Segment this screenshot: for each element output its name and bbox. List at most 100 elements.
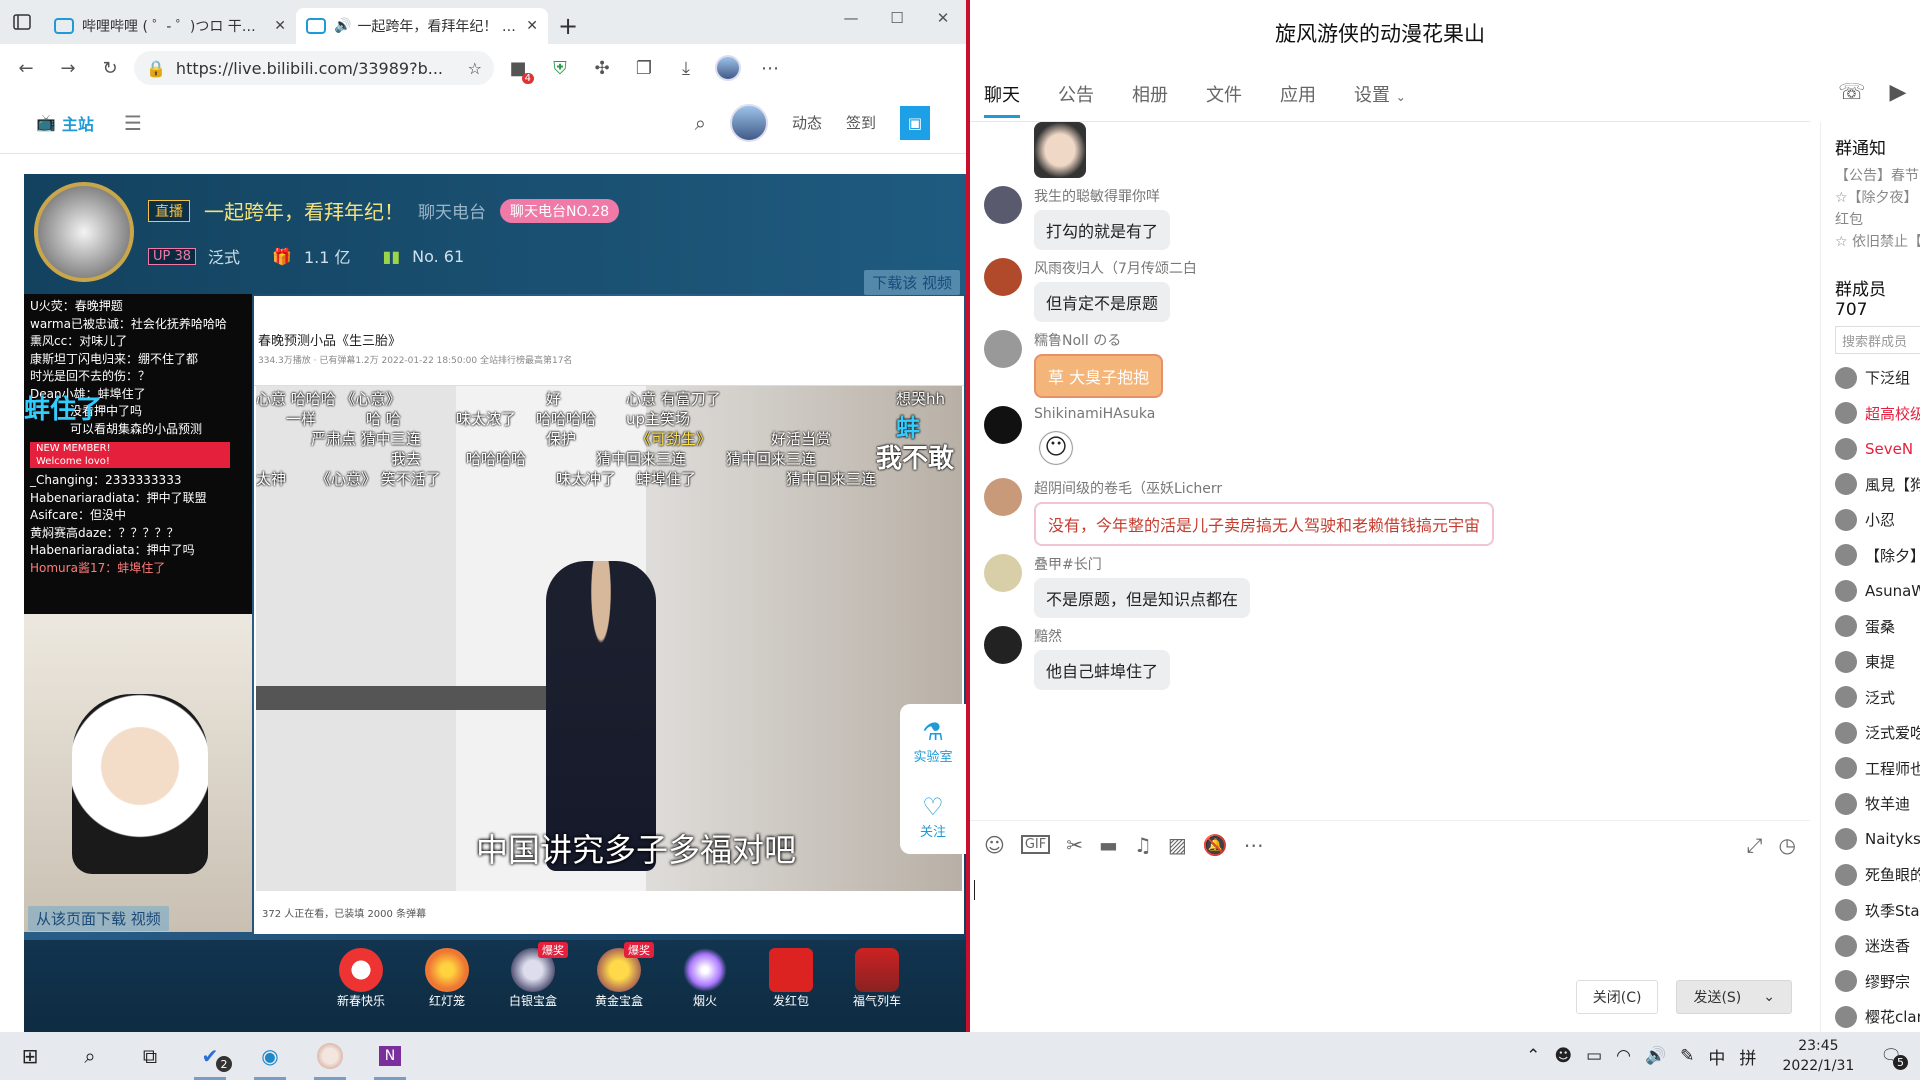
room-category[interactable]: 聊天电台 <box>418 198 486 223</box>
pen-icon[interactable]: ✎ <box>1680 1046 1694 1066</box>
member-item[interactable]: 下泛组 <box>1835 360 1920 396</box>
back-button[interactable]: ← <box>8 50 44 86</box>
ime-pinyin[interactable]: 拼 <box>1739 1044 1756 1069</box>
member-item[interactable]: AsunaW <box>1835 573 1920 609</box>
gift-item[interactable]: 烟火 <box>668 948 742 1032</box>
mute-bell-icon[interactable]: 🔕 <box>1203 833 1228 857</box>
todo-app[interactable]: ✔ 2 <box>180 1032 240 1080</box>
search-button[interactable]: ⌕ <box>60 1032 120 1080</box>
sender-name[interactable]: 风雨夜归人（7月传颂二白 <box>1034 258 1197 278</box>
member-item[interactable]: 蛋桑 <box>1835 609 1920 645</box>
folder-icon[interactable]: ▬ <box>1099 833 1118 857</box>
member-item[interactable]: SeveN <box>1835 431 1920 467</box>
tab-chat[interactable]: 聊天 <box>984 81 1020 118</box>
gift-item[interactable]: 福气列车 <box>840 948 914 1032</box>
close-icon[interactable]: ✕ <box>526 18 538 34</box>
task-view-button[interactable]: ⧉ <box>120 1032 180 1080</box>
nav-signin[interactable]: 签到 <box>846 112 876 133</box>
tab-apps[interactable]: 应用 <box>1280 81 1316 107</box>
history-icon[interactable]: ◷ <box>1779 833 1796 857</box>
member-item[interactable]: 東提 <box>1835 644 1920 680</box>
member-item[interactable]: 【除夕】 <box>1835 538 1920 574</box>
sender-name[interactable]: 黯然 <box>1034 626 1170 646</box>
wifi-icon[interactable]: ◠ <box>1616 1046 1631 1066</box>
video-call-icon[interactable]: ▶ <box>1890 80 1907 105</box>
qq-app[interactable] <box>300 1032 360 1080</box>
emoji-icon[interactable]: ☺ <box>984 833 1005 857</box>
notification-icon[interactable]: 🗨 5 <box>1880 1046 1908 1070</box>
gift-item[interactable]: 新春快乐 <box>324 948 398 1032</box>
member-item[interactable]: 樱花clar <box>1835 999 1920 1032</box>
member-item[interactable]: 玖季Sta <box>1835 893 1920 929</box>
user-avatar[interactable] <box>729 103 768 142</box>
member-item[interactable]: 小忍 <box>1835 502 1920 538</box>
notice-title[interactable]: 群通知 <box>1835 134 1920 159</box>
menu-icon[interactable]: ☰ <box>124 111 142 135</box>
download-page-bar[interactable]: 从该页面下载 视频 <box>28 906 169 931</box>
member-item[interactable]: 泛式 <box>1835 680 1920 716</box>
profile-avatar[interactable] <box>710 50 746 86</box>
sender-name[interactable]: ShikinamiHAsuka <box>1034 406 1155 422</box>
live-icon[interactable]: ▣ <box>900 105 930 140</box>
member-item[interactable]: 泛式爱吃 <box>1835 715 1920 751</box>
more-icon[interactable]: ⋯ <box>1244 833 1264 857</box>
onenote-app[interactable]: N <box>360 1032 420 1080</box>
qq-tray-icon[interactable]: ☻ <box>1554 1046 1572 1066</box>
member-item[interactable]: 超高校级 <box>1835 396 1920 432</box>
member-item[interactable]: Naityks <box>1835 822 1920 858</box>
chevron-down-icon[interactable]: ⌄ <box>1763 989 1775 1005</box>
sender-avatar[interactable] <box>984 330 1022 368</box>
start-button[interactable]: ⊞ <box>0 1032 60 1080</box>
gift-item[interactable]: 爆奖 白银宝盒 <box>496 942 570 1032</box>
tab-files[interactable]: 文件 <box>1206 81 1242 107</box>
tab-live-room[interactable]: 🔊 一起跨年，看拜年纪！ - 泛式 ✕ <box>296 8 548 44</box>
forward-button[interactable]: → <box>50 50 86 86</box>
refresh-button[interactable]: ↻ <box>92 50 128 86</box>
member-item[interactable]: 迷迭香 <box>1835 928 1920 964</box>
sender-name[interactable]: 我生的聪敏得罪你咩 <box>1034 186 1170 206</box>
sender-avatar[interactable] <box>984 258 1022 296</box>
sender-name[interactable]: 超阴间级的卷毛（巫妖Licherr <box>1034 478 1494 498</box>
scissors-icon[interactable]: ✂ <box>1066 833 1083 857</box>
member-item[interactable]: 牧羊迪 <box>1835 786 1920 822</box>
follow-button[interactable]: ♡ 关注 <box>920 793 946 840</box>
puzzle-icon[interactable]: ✣ <box>584 50 620 86</box>
minimize-button[interactable]: — <box>828 0 874 36</box>
close-icon[interactable]: ✕ <box>274 18 286 34</box>
member-item[interactable]: 風見【狗 <box>1835 467 1920 503</box>
shield-icon[interactable]: ⛨ <box>542 50 578 86</box>
close-button[interactable]: 关闭(C) <box>1575 980 1659 1014</box>
streamer-name[interactable]: 泛式 <box>208 244 240 268</box>
sticker-message[interactable]: 😶 <box>1034 426 1078 470</box>
sender-name[interactable]: 糯鲁Noll のる <box>1034 330 1163 350</box>
gift-item[interactable]: 红灯笼 <box>410 948 484 1032</box>
phone-icon[interactable]: ☏ <box>1838 80 1866 105</box>
home-link[interactable]: 📺 主站 <box>36 111 94 135</box>
collections-icon[interactable]: ❐ <box>626 50 662 86</box>
address-bar[interactable]: 🔒 https://live.bilibili.com/33989?b... ☆ <box>134 51 494 85</box>
member-item[interactable]: 工程师也 <box>1835 751 1920 787</box>
speaker-icon[interactable]: 🔊 <box>334 18 351 34</box>
clock[interactable]: 23:45 2022/1/31 <box>1770 1036 1866 1076</box>
sender-avatar[interactable] <box>984 626 1022 664</box>
new-tab-button[interactable]: + <box>548 8 588 44</box>
search-icon[interactable]: ⌕ <box>695 111 706 135</box>
message-input[interactable]: 关闭(C) 发送(S) ⌄ <box>970 868 1810 1032</box>
tab-album[interactable]: 相册 <box>1132 81 1168 107</box>
tab-settings[interactable]: 设置 ⌄ <box>1354 81 1406 107</box>
favorite-icon[interactable]: ☆ <box>468 59 482 78</box>
tab-announcement[interactable]: 公告 <box>1058 81 1094 107</box>
video-frame[interactable]: 心意 哈哈哈 《心意》 好 心意 有富刀了 想哭hh 一样 哈 哈 味太浓了 哈… <box>256 386 962 891</box>
edge-app[interactable]: ◉ <box>240 1032 300 1080</box>
sender-avatar[interactable] <box>984 406 1022 444</box>
lab-button[interactable]: ⚗ 实验室 <box>913 718 952 765</box>
shared-video[interactable]: 春晚预测小品《生三胎》 334.3万播放 · 已有弹幕1.2万 2022-01-… <box>254 296 964 934</box>
download-video-bar[interactable]: 下载该 视频 <box>864 270 960 295</box>
sender-avatar[interactable] <box>984 478 1022 516</box>
streamer-avatar[interactable] <box>34 182 134 282</box>
member-item[interactable]: 缪野宗 <box>1835 964 1920 1000</box>
tab-bilibili-home[interactable]: 哔哩哔哩 ( ゜- ゜)つロ 干杯~-bilibili ✕ <box>44 8 296 44</box>
image-message[interactable] <box>1034 122 1086 178</box>
sender-name[interactable]: 叠甲#长门 <box>1034 554 1250 574</box>
sender-avatar[interactable] <box>984 554 1022 592</box>
